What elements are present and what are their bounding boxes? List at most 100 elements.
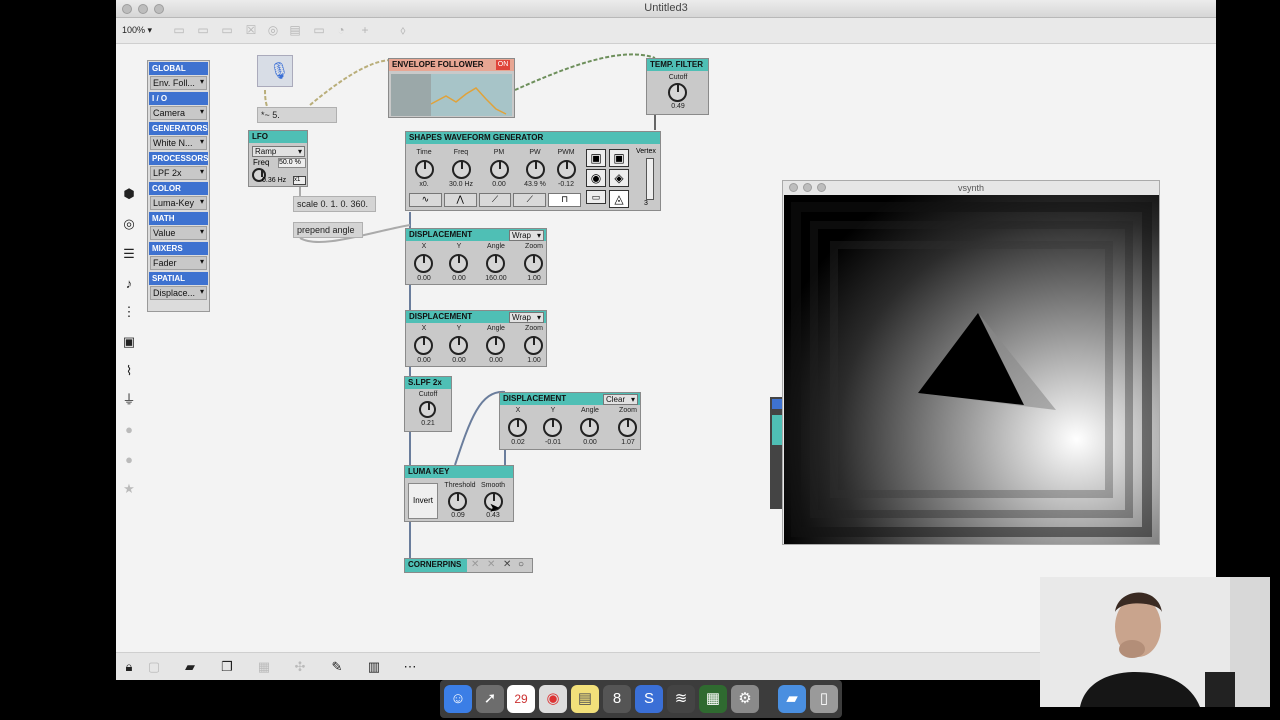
chevron-down-icon: ▾ (630, 395, 635, 404)
cornerpin-x-icon[interactable]: ✕ (503, 559, 511, 570)
displacement-knob[interactable] (486, 336, 505, 355)
displacement-3-mode-select[interactable]: Clear ▾ (603, 394, 638, 405)
shapes-knob-value: x0. (419, 181, 429, 188)
lfo-title: LFO (249, 131, 307, 143)
shapes-knob[interactable] (415, 160, 434, 179)
temp-filter-title: TEMP. FILTER (647, 59, 708, 71)
displacement-knob-value: -0.01 (545, 439, 561, 446)
slpf-title: S.LPF 2x (405, 377, 451, 389)
displacement-knob[interactable] (524, 254, 543, 273)
triangle-shape-button[interactable]: ◬ (609, 190, 629, 208)
vsynth-render (784, 195, 1159, 544)
displacement-knob-label: Angle (487, 325, 505, 332)
cornerpin-circle-icon[interactable]: ○ (518, 559, 524, 570)
mic-object[interactable]: 🎙︎ (257, 55, 293, 87)
displacement-knob[interactable] (508, 418, 527, 437)
shapes-generator-module: SHAPES WAVEFORM GENERATOR Time x0. Freq 30.… (405, 131, 661, 211)
max-icon[interactable]: 8 (603, 685, 631, 713)
displacement-2-mode-select[interactable]: Wrap ▾ (509, 312, 544, 323)
displacement-module-3: DISPLACEMENT Clear ▾ X 0.02 Y -0.01 Angle 0.00… (499, 392, 641, 450)
rect-shape-button[interactable]: ▭ (586, 190, 606, 204)
cable-env (309, 59, 393, 106)
screen: Untitled3 100% ▾ ▭ ▭ ▭ ☒ ◎ ▤ ▭ ◔ + ⬨ ⬢ ◎… (0, 0, 1280, 720)
temp-filter-knob[interactable] (668, 83, 687, 102)
folder-icon[interactable]: ▰ (778, 685, 806, 713)
threshold-knob[interactable] (448, 492, 467, 511)
displacement-knob-value: 0.00 (452, 275, 466, 282)
displacement-knob[interactable] (543, 418, 562, 437)
multiply-object[interactable]: *~ 5. (257, 107, 337, 123)
displacement-2-mode: Wrap (512, 313, 531, 322)
sine-wave-icon[interactable]: ∿ (409, 193, 442, 207)
microphone-icon: 🎙︎ (269, 63, 290, 80)
vsynth-zoom-button[interactable] (817, 183, 826, 192)
displacement-knob-value: 1.00 (527, 275, 541, 282)
shapes-knob[interactable] (526, 160, 545, 179)
envelope-on-toggle[interactable]: ON (496, 60, 510, 70)
displacement-knob[interactable] (524, 336, 543, 355)
sublime-icon[interactable]: S (635, 685, 663, 713)
shapes-knob[interactable] (490, 160, 509, 179)
shapes-knob[interactable] (452, 160, 471, 179)
saw-wave-icon[interactable]: ⟋ (513, 193, 547, 207)
vsynth-minimize-button[interactable] (803, 183, 812, 192)
displacement-knob-label: Angle (487, 243, 505, 250)
circle-shape-button[interactable]: ◉ (586, 169, 606, 187)
vertex-slider[interactable] (646, 158, 654, 200)
displacement-knob-value: 1.07 (621, 439, 635, 446)
mouse-cursor-icon: ➤ (489, 500, 500, 515)
lfo-shape-select[interactable]: Ramp ▾ (252, 146, 305, 157)
slpf-cutoff-knob[interactable] (419, 401, 436, 418)
displacement-module-2: DISPLACEMENT Wrap ▾ X 0.00 Y 0.00 Angle 0.00 Zo… (405, 310, 547, 367)
displacement-knob-label: Zoom (525, 325, 543, 332)
displacement-knob[interactable] (449, 254, 468, 273)
scale-message[interactable]: scale 0. 1. 0. 360. (293, 196, 376, 212)
square-shape-button[interactable]: ▣ (586, 149, 606, 167)
displacement-knob[interactable] (580, 418, 599, 437)
square-outline-button[interactable]: ▣ (609, 149, 629, 167)
system-preferences-icon[interactable]: ⚙ (731, 685, 759, 713)
vertex-value: 3 (644, 200, 648, 207)
prepend-message[interactable]: prepend angle (293, 222, 363, 238)
ramp-wave-icon[interactable]: ⟋ (478, 193, 512, 207)
webcam-overlay (1040, 577, 1270, 707)
envelope-follower-module: ENVELOPE FOLLOWER ON (388, 58, 515, 118)
waves-icon[interactable]: ≋ (667, 685, 695, 713)
dock: ☺ ➚ 29 ◉ ▤ 8 S ≋ ▦ ⚙ ▰ ▯ (440, 680, 842, 718)
lfo-mult-button[interactable]: x1 (293, 176, 306, 185)
displacement-knob[interactable] (486, 254, 505, 273)
envelope-scope (391, 74, 512, 116)
diamond-shape-button[interactable]: ◈ (609, 169, 629, 187)
displacement-knob[interactable] (414, 254, 433, 273)
displacement-knob[interactable] (414, 336, 433, 355)
square-wave-icon[interactable]: ⊓ (548, 193, 581, 207)
envelope-waveform (430, 87, 507, 115)
trash-icon[interactable]: ▯ (810, 685, 838, 713)
cornerpin-x-icon[interactable]: ✕ (487, 559, 495, 570)
hidden-object-bar (772, 415, 782, 445)
shapes-knob-label: PM (493, 149, 505, 156)
calendar-icon[interactable]: 29 (507, 685, 535, 713)
vsynth-close-button[interactable] (789, 183, 798, 192)
invert-button[interactable]: Invert (408, 483, 438, 519)
cable-temp (514, 53, 656, 91)
displacement-knob-value: 160.00 (485, 275, 507, 282)
displacement-knob-value: 1.00 (527, 357, 541, 364)
notes-icon[interactable]: ▤ (571, 685, 599, 713)
lfo-module: LFO Ramp ▾ Freq 50.0 % 0.36 Hz x1 (248, 130, 308, 187)
finder-icon[interactable]: ☺ (444, 685, 472, 713)
triangle-wave-icon[interactable]: ⋀ (443, 193, 477, 207)
lfo-freq-pct[interactable]: 50.0 % (278, 158, 306, 168)
shapes-knob[interactable] (557, 160, 576, 179)
displacement-1-mode-select[interactable]: Wrap ▾ (509, 230, 544, 241)
displacement-knob-label: Y (456, 325, 462, 332)
launchpad-icon[interactable]: ➚ (476, 685, 504, 713)
lfo-freq-label: Freq (253, 158, 270, 167)
chrome-icon[interactable]: ◉ (539, 685, 567, 713)
cornerpins-title: CORNERPINS (405, 559, 467, 572)
displacement-knob[interactable] (618, 418, 637, 437)
cornerpin-x-icon[interactable]: ✕ (471, 559, 479, 570)
shapes-knob-value: 30.0 Hz (448, 181, 474, 188)
chip-icon[interactable]: ▦ (699, 685, 727, 713)
displacement-knob[interactable] (449, 336, 468, 355)
